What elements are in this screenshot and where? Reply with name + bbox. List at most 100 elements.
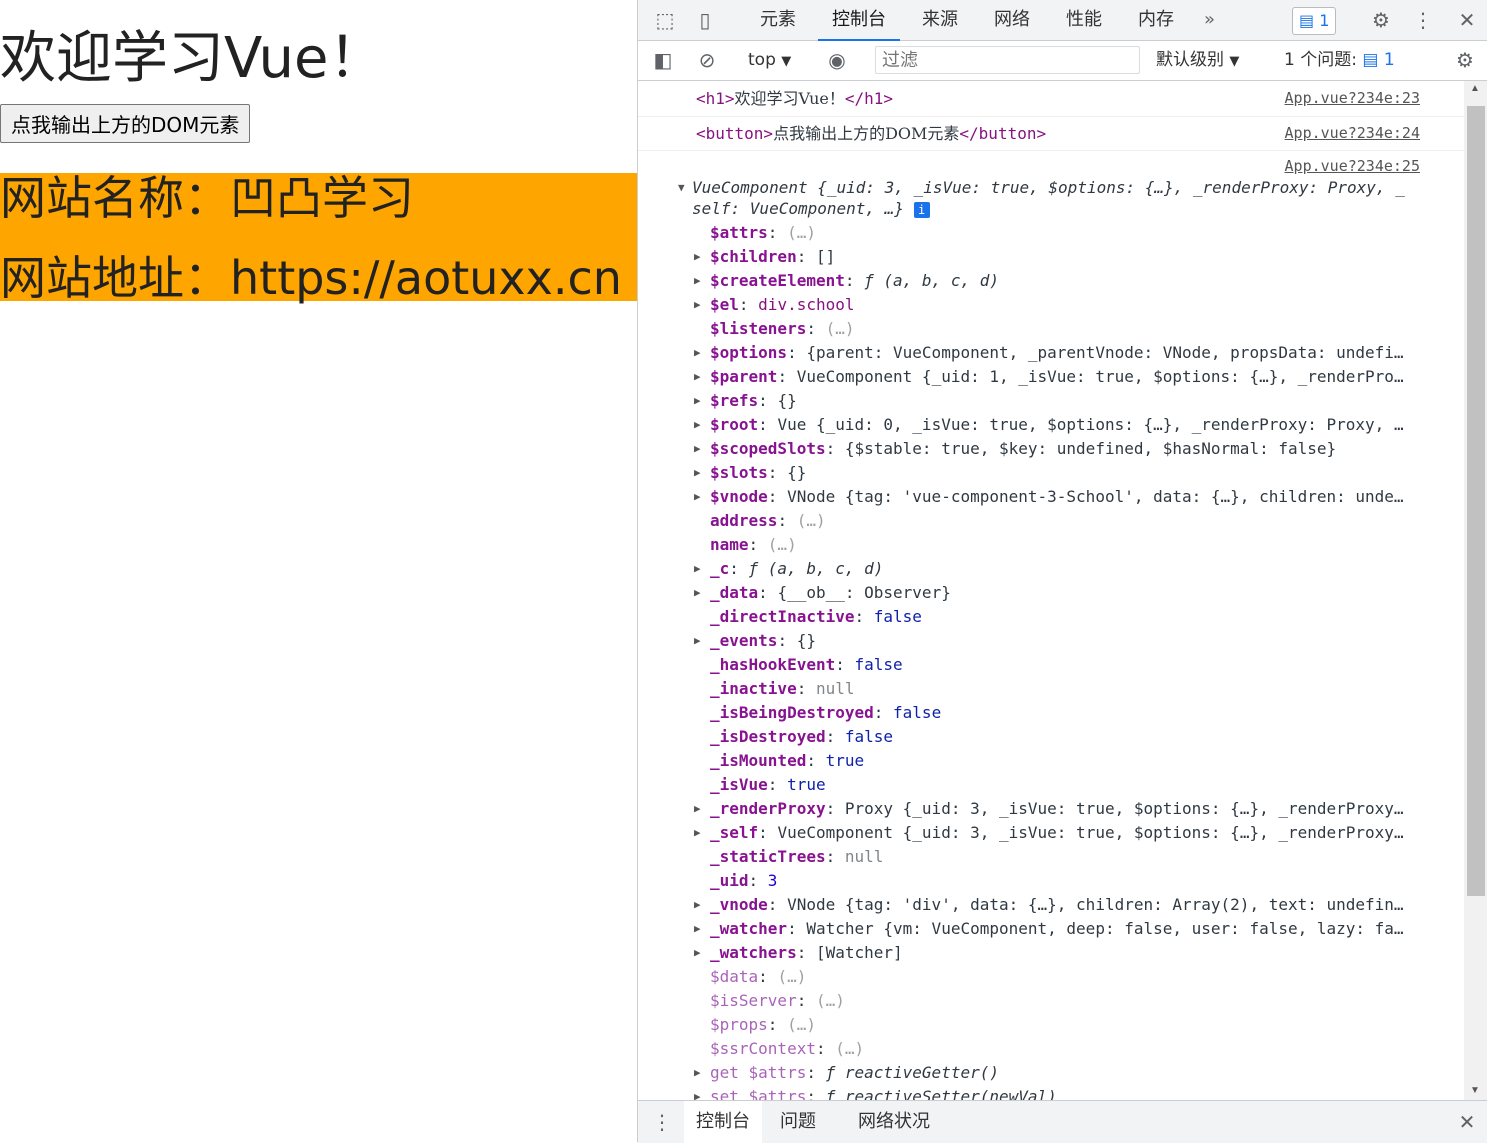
tag-text: 欢迎学习Vue！ xyxy=(734,89,845,108)
tab-performance[interactable]: 性能 xyxy=(1066,0,1102,40)
scroll-down-icon[interactable]: ▼ xyxy=(1470,1085,1480,1096)
colon: : xyxy=(796,247,816,266)
inspect-element-icon[interactable]: ⬚ xyxy=(652,0,678,40)
property-key: _hasHookEvent xyxy=(710,655,836,674)
property-row[interactable]: ▶ _data: {__ob__: Observer} xyxy=(694,581,951,605)
console-output: <h1>欢迎学习Vue！</h1> App.vue?234e:23 <butto… xyxy=(638,81,1464,1100)
source-link[interactable]: App.vue?234e:24 xyxy=(1285,124,1420,142)
expand-triangle-icon[interactable]: ▶ xyxy=(694,389,701,413)
property-row[interactable]: ▶ get $attrs: ƒ reactiveGetter() xyxy=(694,1061,999,1085)
drawer-tab-console[interactable]: 控制台 xyxy=(684,1101,762,1143)
colon: : xyxy=(767,775,788,794)
expand-triangle-icon[interactable]: ▶ xyxy=(694,437,701,461)
device-toolbar-icon[interactable]: ▯ xyxy=(692,0,718,40)
drawer-tabbar: ⋮ 控制台 问题 网络状况 ✕ xyxy=(638,1100,1487,1143)
expand-triangle-icon[interactable]: ▶ xyxy=(694,941,701,965)
property-row[interactable]: ▶ $parent: VueComponent {_uid: 1, _isVue:… xyxy=(694,365,1404,389)
property-row[interactable]: ▶ $el: div.school xyxy=(694,293,855,317)
property-key: _self xyxy=(710,823,759,842)
expand-triangle-icon[interactable]: ▶ xyxy=(694,485,701,509)
source-link[interactable]: App.vue?234e:25 xyxy=(1285,157,1420,175)
console-settings-gear-icon[interactable]: ⚙ xyxy=(1452,41,1478,80)
console-scrollbar[interactable]: ▲ ▼ xyxy=(1464,81,1487,1100)
property-row[interactable]: ▶ set $attrs: ƒ reactiveSetter(newVal) xyxy=(694,1085,1057,1100)
school-name: 网站名称：凹凸学习 xyxy=(0,171,414,225)
colon: : xyxy=(758,391,778,410)
expand-triangle-icon[interactable]: ▶ xyxy=(694,581,701,605)
more-options-icon[interactable]: ⋮ xyxy=(1410,0,1436,40)
source-link[interactable]: App.vue?234e:23 xyxy=(1285,89,1420,107)
expand-triangle-icon[interactable]: ▶ xyxy=(694,821,701,845)
clear-console-icon[interactable]: ⊘ xyxy=(694,41,720,80)
property-row[interactable]: ▶ $refs: {} xyxy=(694,389,797,413)
issues-badge[interactable]: ▤ 1 xyxy=(1292,7,1337,35)
property-key: $data xyxy=(710,967,759,986)
drawer-tab-network-conditions[interactable]: 网络状况 xyxy=(858,1101,930,1143)
context-selector[interactable]: top ▼ xyxy=(748,41,791,81)
expand-triangle-icon[interactable]: ▶ xyxy=(694,797,701,821)
property-row[interactable]: ▶ $scopedSlots: {$stable: true, $key: und… xyxy=(694,437,1336,461)
property-row[interactable]: ▶ $vnode: VNode {tag: 'vue-component-3-Sc… xyxy=(694,485,1404,509)
filter-input[interactable] xyxy=(875,46,1140,74)
close-devtools-icon[interactable]: ✕ xyxy=(1454,0,1480,40)
log-level-selector[interactable]: 默认级别 ▼ xyxy=(1156,41,1239,81)
colon: : xyxy=(767,463,788,482)
tab-elements[interactable]: 元素 xyxy=(760,0,796,40)
more-tabs-icon[interactable]: » xyxy=(1204,0,1215,40)
tab-memory[interactable]: 内存 xyxy=(1138,0,1174,40)
expand-triangle-icon[interactable]: ▶ xyxy=(694,893,701,917)
tab-network[interactable]: 网络 xyxy=(994,0,1030,40)
property-key: _watchers xyxy=(710,943,797,962)
scroll-up-icon[interactable]: ▲ xyxy=(1470,83,1480,94)
expand-triangle-icon[interactable]: ▶ xyxy=(694,269,701,293)
issues-counter[interactable]: 1 个问题: ▤ 1 xyxy=(1284,41,1395,80)
object-summary-cont: self: VueComponent, …} i xyxy=(692,197,930,221)
expand-triangle-icon[interactable]: ▶ xyxy=(694,917,701,941)
info-icon[interactable]: i xyxy=(913,202,930,218)
colon: : xyxy=(806,751,826,770)
expand-triangle-icon[interactable]: ▶ xyxy=(694,293,701,317)
colon: : xyxy=(806,1087,826,1100)
property-row[interactable]: ▶ $createElement: ƒ (a, b, c, d) xyxy=(694,269,999,293)
expand-triangle-icon[interactable]: ▶ xyxy=(694,461,701,485)
tag-open: <button> xyxy=(696,124,774,143)
property-row[interactable]: ▶ _vnode: VNode {tag: 'div', data: {…}, c… xyxy=(694,893,1404,917)
property-row[interactable]: ▶ _self: VueComponent {_uid: 3, _isVue: t… xyxy=(694,821,1404,845)
expand-triangle-icon[interactable]: ▶ xyxy=(694,1085,701,1100)
property-row[interactable]: ▶ _c: ƒ (a, b, c, d) xyxy=(694,557,883,581)
expand-triangle-icon[interactable]: ▶ xyxy=(694,245,701,269)
print-dom-button[interactable]: 点我输出上方的DOM元素 xyxy=(0,104,251,143)
property-row[interactable]: ▶ _watcher: Watcher {vm: VueComponent, de… xyxy=(694,917,1404,941)
log-h1[interactable]: <h1>欢迎学习Vue！</h1> xyxy=(696,87,893,111)
settings-gear-icon[interactable]: ⚙ xyxy=(1368,0,1394,40)
property-row: _hasHookEvent: false xyxy=(710,653,903,677)
property-key: _data xyxy=(710,583,759,602)
property-row[interactable]: ▶ _renderProxy: Proxy {_uid: 3, _isVue: t… xyxy=(694,797,1404,821)
scrollbar-thumb[interactable] xyxy=(1467,106,1485,896)
expand-triangle-icon[interactable]: ▶ xyxy=(694,1061,701,1085)
close-drawer-icon[interactable]: ✕ xyxy=(1454,1101,1480,1143)
expand-triangle-icon[interactable]: ▶ xyxy=(694,365,701,389)
property-row[interactable]: ▶ $root: Vue {_uid: 0, _isVue: true, $opt… xyxy=(694,413,1404,437)
expand-triangle-icon[interactable]: ▶ xyxy=(694,413,701,437)
property-row: name: (…) xyxy=(710,533,797,557)
drawer-menu-icon[interactable]: ⋮ xyxy=(652,1101,672,1143)
property-row[interactable]: ▶ $children: [] xyxy=(694,245,835,269)
tab-console[interactable]: 控制台 xyxy=(818,0,900,41)
tab-sources[interactable]: 来源 xyxy=(922,0,958,40)
colon: : xyxy=(806,1063,826,1082)
property-row[interactable]: ▶ $slots: {} xyxy=(694,461,806,485)
expand-triangle-icon[interactable]: ▶ xyxy=(694,341,701,365)
colon: : xyxy=(758,967,778,986)
sidebar-toggle-icon[interactable]: ◧ xyxy=(650,41,676,80)
property-row[interactable]: ▶ $options: {parent: VueComponent, _paren… xyxy=(694,341,1404,365)
log-button[interactable]: <button>点我输出上方的DOM元素</button> xyxy=(696,122,1046,146)
page-viewport: 欢迎学习Vue！ 点我输出上方的DOM元素 网站名称：凹凸学习 网站地址：htt… xyxy=(0,0,637,1142)
live-expression-eye-icon[interactable]: ◉ xyxy=(822,41,852,80)
property-row[interactable]: ▶ _events: {} xyxy=(694,629,816,653)
expand-triangle-icon[interactable]: ▶ xyxy=(694,557,701,581)
colon: : xyxy=(738,295,759,314)
drawer-tab-issues[interactable]: 问题 xyxy=(780,1101,816,1143)
property-row[interactable]: ▶ _watchers: [Watcher] xyxy=(694,941,903,965)
expand-triangle-icon[interactable]: ▶ xyxy=(694,629,701,653)
